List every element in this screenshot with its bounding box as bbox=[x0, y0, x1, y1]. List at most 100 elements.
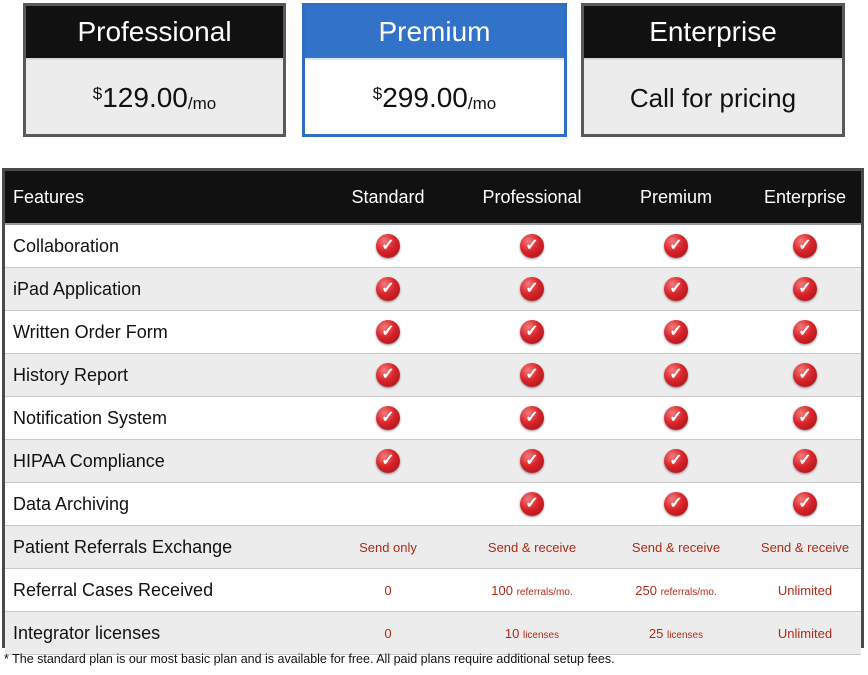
table-cell: ✓ bbox=[749, 277, 861, 301]
table-row: Notification System ✓ ✓ ✓ ✓ bbox=[5, 397, 861, 440]
cell-value: Unlimited bbox=[777, 625, 833, 641]
table-cell: Send & receive bbox=[603, 540, 749, 555]
table-row: Data Archiving ✓ ✓ ✓ bbox=[5, 483, 861, 526]
plan-price: $ 129.00 /mo bbox=[26, 60, 283, 136]
table-cell: ✓ bbox=[461, 320, 603, 344]
table-cell: 25 licenses bbox=[603, 626, 749, 641]
table-cell: ✓ bbox=[461, 449, 603, 473]
check-circle-icon: ✓ bbox=[664, 277, 688, 301]
table-cell: Send only bbox=[315, 540, 461, 555]
table-cell: ✓ bbox=[315, 449, 461, 473]
plan-price: Call for pricing bbox=[584, 60, 842, 136]
check-circle-icon: ✓ bbox=[664, 449, 688, 473]
cell-value: Send only bbox=[359, 539, 417, 555]
cell-unit: referrals/mo. bbox=[516, 586, 573, 598]
table-cell: ✓ bbox=[315, 363, 461, 387]
table-cell: ✓ bbox=[603, 406, 749, 430]
check-circle-icon: ✓ bbox=[793, 363, 817, 387]
price-period: /mo bbox=[467, 94, 497, 113]
table-cell: 250 referrals/mo. bbox=[603, 583, 749, 598]
cell-value: Send & receive bbox=[487, 539, 577, 555]
check-circle-icon: ✓ bbox=[664, 320, 688, 344]
cell-number: 250 bbox=[635, 582, 657, 598]
check-circle-icon: ✓ bbox=[376, 449, 400, 473]
plan-card-enterprise[interactable]: Enterprise Call for pricing bbox=[581, 3, 845, 137]
check-circle-icon: ✓ bbox=[520, 492, 544, 516]
table-cell: ✓ bbox=[603, 277, 749, 301]
plan-name: Enterprise bbox=[584, 6, 842, 60]
check-circle-icon: ✓ bbox=[793, 234, 817, 258]
table-cell: ✓ bbox=[461, 234, 603, 258]
table-cell: Send & receive bbox=[461, 540, 603, 555]
table-cell: ✓ bbox=[461, 406, 603, 430]
table-cell: ✓ bbox=[749, 363, 861, 387]
header-premium: Premium bbox=[639, 186, 712, 207]
check-circle-icon: ✓ bbox=[793, 320, 817, 344]
table-cell: Send & receive bbox=[749, 540, 861, 555]
feature-name: Collaboration bbox=[13, 235, 120, 256]
table-header: Features Standard Professional Premium E… bbox=[5, 171, 861, 225]
check-circle-icon: ✓ bbox=[376, 363, 400, 387]
check-circle-icon: ✓ bbox=[793, 277, 817, 301]
cell-value: Send & receive bbox=[631, 539, 721, 555]
cell-number: 100 bbox=[491, 582, 513, 598]
cell-value: 0 bbox=[384, 582, 392, 598]
header-standard: Standard bbox=[351, 186, 425, 207]
header-professional: Professional bbox=[482, 186, 582, 207]
check-circle-icon: ✓ bbox=[520, 363, 544, 387]
check-circle-icon: ✓ bbox=[376, 277, 400, 301]
table-cell: Unlimited bbox=[749, 583, 861, 598]
table-cell: ✓ bbox=[749, 492, 861, 516]
check-circle-icon: ✓ bbox=[520, 449, 544, 473]
table-cell: 0 bbox=[315, 583, 461, 598]
table-row: Referral Cases Received 0 100 referrals/mo… bbox=[5, 569, 861, 612]
table-row: History Report ✓ ✓ ✓ ✓ bbox=[5, 354, 861, 397]
check-circle-icon: ✓ bbox=[664, 492, 688, 516]
cell-number: 10 bbox=[504, 625, 520, 641]
table-cell: ✓ bbox=[749, 406, 861, 430]
check-circle-icon: ✓ bbox=[520, 277, 544, 301]
feature-name: Patient Referrals Exchange bbox=[13, 536, 233, 557]
check-circle-icon: ✓ bbox=[793, 449, 817, 473]
table-row: iPad Application ✓ ✓ ✓ ✓ bbox=[5, 268, 861, 311]
table-cell: ✓ bbox=[603, 363, 749, 387]
feature-name: Integrator licenses bbox=[13, 622, 161, 643]
feature-name: iPad Application bbox=[13, 278, 142, 299]
cell-value: Send & receive bbox=[760, 539, 850, 555]
header-enterprise: Enterprise bbox=[763, 186, 847, 207]
cell-value: 25 licenses bbox=[649, 626, 703, 641]
table-cell: ✓ bbox=[749, 449, 861, 473]
feature-name: Written Order Form bbox=[13, 321, 168, 342]
price-call-text: Call for pricing bbox=[629, 82, 797, 113]
table-cell: ✓ bbox=[461, 363, 603, 387]
check-circle-icon: ✓ bbox=[520, 320, 544, 344]
check-circle-icon: ✓ bbox=[793, 406, 817, 430]
check-circle-icon: ✓ bbox=[376, 320, 400, 344]
feature-name: Data Archiving bbox=[13, 493, 130, 514]
table-cell: ✓ bbox=[603, 449, 749, 473]
feature-name: Referral Cases Received bbox=[13, 579, 214, 600]
table-row: Collaboration ✓ ✓ ✓ ✓ bbox=[5, 225, 861, 268]
cell-value: 100 referrals/mo. bbox=[491, 583, 572, 598]
cell-unit: licenses bbox=[522, 629, 560, 641]
cell-value: 10 licenses bbox=[505, 626, 559, 641]
check-circle-icon: ✓ bbox=[664, 363, 688, 387]
cell-value: Unlimited bbox=[777, 582, 833, 598]
price-amount: 299.00 bbox=[382, 82, 468, 113]
check-circle-icon: ✓ bbox=[376, 234, 400, 258]
plan-card-professional[interactable]: Professional $ 129.00 /mo bbox=[23, 3, 286, 137]
plan-price: $ 299.00 /mo bbox=[305, 60, 564, 136]
table-cell: ✓ bbox=[315, 406, 461, 430]
feature-name: HIPAA Compliance bbox=[13, 450, 165, 471]
price-period: /mo bbox=[187, 94, 217, 113]
check-circle-icon: ✓ bbox=[520, 406, 544, 430]
price-currency: $ bbox=[372, 84, 383, 103]
check-circle-icon: ✓ bbox=[664, 234, 688, 258]
check-circle-icon: ✓ bbox=[793, 492, 817, 516]
plan-card-premium[interactable]: Premium $ 299.00 /mo bbox=[302, 3, 567, 137]
cell-value: 250 referrals/mo. bbox=[635, 583, 716, 598]
table-row: Written Order Form ✓ ✓ ✓ ✓ bbox=[5, 311, 861, 354]
cell-value: 0 bbox=[384, 625, 392, 641]
table-cell: ✓ bbox=[315, 277, 461, 301]
feature-name: Notification System bbox=[13, 407, 168, 428]
